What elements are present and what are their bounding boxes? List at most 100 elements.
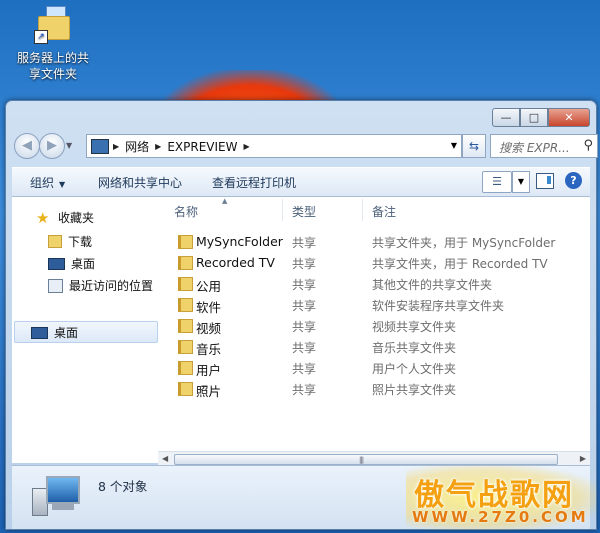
item-note: 音乐共享文件夹 (372, 341, 457, 355)
minimize-button[interactable]: — (492, 108, 520, 127)
list-item[interactable]: Recorded TV 共享 共享文件夹，用于 Recorded TV (158, 252, 590, 273)
item-note: 照片共享文件夹 (372, 383, 457, 397)
recent-pages-dropdown-icon[interactable]: ▼ (66, 141, 72, 150)
back-button[interactable]: ◀ (14, 133, 40, 159)
column-header-note[interactable]: 备注 (372, 203, 396, 220)
nav-selected-row: 桌面 (31, 324, 78, 341)
item-type: 共享 (292, 236, 317, 250)
grip-icon: ||| (359, 456, 364, 464)
item-name: Recorded TV (196, 255, 275, 270)
item-note: 其他文件的共享文件夹 (372, 278, 493, 292)
column-header-type[interactable]: 类型 (292, 203, 316, 220)
desktop-shortcut-shared-folder[interactable]: ↗ 服务器上的共 享文件夹 (10, 6, 96, 82)
item-name: 照片 (196, 384, 222, 399)
list-item[interactable]: 视频 共享 视频共享文件夹 (158, 315, 590, 336)
navigation-pane: ★ 收藏夹 下载 桌面 最近访问的位置 桌面 (12, 197, 159, 463)
list-item[interactable]: 公用 共享 其他文件的共享文件夹 (158, 273, 590, 294)
view-printers-button[interactable]: 查看远程打印机 (212, 174, 296, 191)
shortcut-label-line2: 享文件夹 (28, 67, 77, 81)
view-options-dropdown-icon[interactable]: ▼ (512, 171, 530, 193)
item-name: MySyncFolder (196, 234, 283, 249)
shared-folder-icon (178, 340, 193, 354)
column-name-label: 名称 (174, 205, 199, 219)
sort-ascending-icon: ▲ (222, 197, 228, 205)
item-name: 软件 (196, 300, 222, 315)
network-location-icon (91, 139, 109, 154)
scroll-right-icon[interactable]: ▶ (580, 454, 586, 463)
watermark: 傲气战歌网 WWW.27Z0.COM (406, 466, 596, 530)
shared-folder-icon (178, 298, 193, 312)
scrollbar-thumb[interactable]: ||| (174, 454, 558, 465)
shared-folder-icon (178, 361, 193, 375)
nav-item-recent-places[interactable]: 最近访问的位置 (48, 277, 153, 294)
shared-folder-icon (178, 256, 193, 270)
shared-folder-icon (178, 277, 193, 291)
list-item[interactable]: 照片 共享 照片共享文件夹 (158, 378, 590, 399)
item-name: 视频 (196, 321, 222, 336)
maximize-button[interactable]: □ (520, 108, 548, 127)
preview-pane-icon[interactable] (536, 173, 554, 189)
star-icon: ★ (36, 208, 50, 227)
column-divider[interactable] (282, 199, 283, 221)
item-type: 共享 (292, 383, 317, 397)
search-placeholder: 搜索 EXPR... (499, 141, 570, 155)
address-history-dropdown-icon[interactable]: ▼ (451, 141, 457, 150)
chevron-down-icon: ▼ (59, 180, 66, 189)
refresh-icon[interactable]: ⇆ (462, 134, 486, 158)
item-type: 共享 (292, 362, 317, 376)
caption-buttons: — □ ✕ (492, 108, 590, 127)
navigation-bar: ◀ ▶ ▼ ▶ 网络 ▶ EXPREVIEW ▶ ▼ ⇆ 搜索 EXPR... … (12, 133, 598, 159)
item-type: 共享 (292, 278, 317, 292)
nav-favorites-label: 收藏夹 (58, 211, 95, 225)
shared-folder-shortcut-icon: ↗ (34, 6, 72, 44)
nav-item-desktop-selected[interactable]: 桌面 (14, 321, 158, 343)
horizontal-scrollbar[interactable]: ◀ ||| ▶ (158, 451, 590, 466)
scroll-left-icon[interactable]: ◀ (162, 454, 168, 463)
list-item[interactable]: 用户 共享 用户个人文件夹 (158, 357, 590, 378)
search-icon[interactable]: ⚲ (583, 138, 593, 153)
recent-places-icon (48, 278, 63, 293)
change-view-icon[interactable]: ☰ (482, 171, 512, 193)
command-bar: 组织 ▼ 网络和共享中心 查看远程打印机 ☰ ▼ ? (12, 167, 590, 197)
forward-button[interactable]: ▶ (39, 133, 65, 159)
nav-favorites[interactable]: ★ 收藏夹 (36, 209, 94, 226)
list-item[interactable]: 软件 共享 软件安装程序共享文件夹 (158, 294, 590, 315)
desktop-icon (48, 257, 65, 270)
item-name: 用户 (196, 363, 222, 378)
breadcrumb-expreview[interactable]: EXPREVIEW (167, 140, 237, 154)
column-divider[interactable] (362, 199, 363, 221)
item-note: 视频共享文件夹 (372, 320, 457, 334)
item-type: 共享 (292, 320, 317, 334)
organize-menu[interactable]: 组织 ▼ (30, 174, 65, 191)
breadcrumb-network[interactable]: 网络 (125, 138, 149, 155)
organize-label: 组织 (30, 176, 55, 190)
breadcrumb-separator-icon[interactable]: ▶ (243, 142, 249, 151)
nav-item-label: 最近访问的位置 (69, 279, 154, 293)
search-input[interactable]: 搜索 EXPR... ⚲ (490, 134, 598, 158)
item-type: 共享 (292, 257, 317, 271)
item-type: 共享 (292, 299, 317, 313)
list-item[interactable]: MySyncFolder 共享 共享文件夹，用于 MySyncFolder (158, 231, 590, 252)
nav-item-label: 桌面 (71, 257, 96, 271)
item-note: 用户个人文件夹 (372, 362, 457, 376)
help-icon[interactable]: ? (565, 172, 582, 189)
shared-folder-icon (178, 382, 193, 396)
breadcrumb-separator-icon[interactable]: ▶ (155, 142, 161, 151)
column-header-name[interactable]: ▲ 名称 (174, 197, 227, 220)
breadcrumb: ▶ 网络 ▶ EXPREVIEW ▶ (113, 138, 250, 155)
close-button[interactable]: ✕ (548, 108, 590, 127)
download-folder-icon (48, 235, 62, 248)
watermark-url: WWW.27Z0.COM (412, 508, 589, 526)
item-name: 公用 (196, 279, 222, 294)
network-center-button[interactable]: 网络和共享中心 (98, 174, 182, 191)
shortcut-label-line1: 服务器上的共 (16, 51, 89, 65)
item-count: 8 个对象 (98, 479, 148, 494)
item-note: 共享文件夹，用于 Recorded TV (372, 257, 548, 271)
item-type: 共享 (292, 341, 317, 355)
address-bar[interactable]: ▶ 网络 ▶ EXPREVIEW ▶ ▼ (86, 134, 462, 158)
nav-item-desktop[interactable]: 桌面 (48, 255, 95, 272)
breadcrumb-separator-icon[interactable]: ▶ (113, 142, 119, 151)
nav-item-downloads[interactable]: 下载 (48, 233, 92, 250)
list-item[interactable]: 音乐 共享 音乐共享文件夹 (158, 336, 590, 357)
shared-folder-icon (178, 235, 193, 249)
